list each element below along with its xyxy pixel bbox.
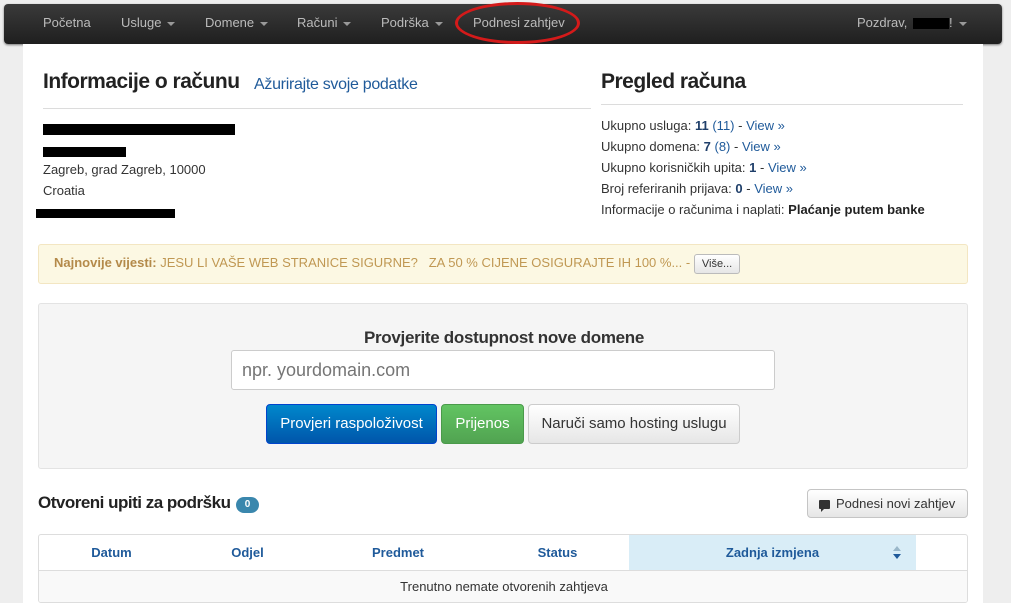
greeting-label: Pozdrav,	[857, 15, 908, 30]
top-navbar: Početna Usluge Domene Računi Podrška Pod…	[4, 4, 1002, 44]
address-line-email	[36, 205, 175, 220]
nav-billing[interactable]: Računi	[297, 4, 352, 44]
stat-value: 7	[703, 139, 711, 154]
address-line-country: Croatia	[43, 183, 85, 198]
view-tickets-link[interactable]: View »	[768, 160, 807, 175]
stat-value: 0	[735, 181, 743, 196]
nav-support-label: Podrška	[381, 15, 429, 30]
stat-value: 11	[694, 118, 709, 133]
caret-down-icon	[343, 21, 352, 26]
divider	[601, 104, 963, 105]
stat-tickets: Ukupno korisničkih upita: 1 - View »	[601, 160, 807, 175]
stat-services: Ukupno usluga: 11 (11) - View »	[601, 118, 785, 133]
news-alert: Najnovije vijesti: JESU LI VAŠE WEB STRA…	[38, 244, 968, 284]
domain-check-title: Provjerite dostupnost nove domene	[363, 328, 645, 347]
address-line-name	[43, 121, 235, 136]
stat-value: Plaćanje putem banke	[788, 202, 925, 217]
stat-separator: -	[742, 181, 755, 196]
nav-billing-label: Računi	[297, 15, 338, 30]
stat-label: Broj referiranih prijava:	[601, 181, 732, 196]
comment-icon	[819, 500, 830, 512]
nav-domains[interactable]: Domene	[205, 4, 269, 44]
table-empty-row: Trenutno nemate otvorenih zahtjeva	[39, 571, 967, 602]
account-overview-title: Pregled računa	[601, 70, 746, 93]
domain-search-input[interactable]	[231, 350, 775, 390]
address-line-city: Zagreb, grad Zagreb, 10000	[43, 162, 206, 177]
update-details-link[interactable]: Ažurirajte svoje podatke	[254, 76, 418, 94]
greeting-suffix: !	[948, 15, 953, 30]
nav-services-label: Usluge	[121, 15, 162, 30]
column-header-last-updated[interactable]: Zadnja izmjena	[629, 535, 916, 570]
redacted-text	[43, 146, 126, 157]
redacted-text	[43, 124, 235, 136]
view-referrals-link[interactable]: View »	[754, 181, 793, 196]
stat-total: (11)	[712, 118, 735, 133]
news-separator: -	[682, 255, 694, 270]
stat-referrals: Broj referiranih prijava: 0 - View »	[601, 181, 793, 196]
stat-separator: -	[756, 160, 768, 175]
nav-home[interactable]: Početna	[43, 4, 91, 44]
stat-separator: -	[730, 139, 742, 154]
redacted-username	[912, 18, 949, 30]
caret-down-icon	[167, 21, 176, 26]
nav-home-label: Početna	[43, 15, 91, 30]
caret-down-icon	[260, 21, 269, 26]
nav-domains-label: Domene	[205, 15, 255, 30]
stat-domains: Ukupno domena: 7 (8) - View »	[601, 139, 781, 154]
check-availability-button[interactable]: Provjeri raspoloživost	[266, 404, 437, 444]
nav-user-menu[interactable]: Pozdrav, !	[857, 4, 967, 44]
account-info-title: Informacije o računu	[43, 70, 240, 93]
stat-label: Ukupno korisničkih upita:	[601, 160, 746, 175]
column-header-status[interactable]: Status	[485, 535, 630, 570]
stat-label: Ukupno domena:	[601, 139, 701, 154]
nav-support[interactable]: Podrška	[381, 4, 443, 44]
order-hosting-button[interactable]: Naruči samo hosting uslugu	[528, 404, 740, 444]
tickets-table: Datum Odjel Predmet Status Zadnja izmjen…	[38, 534, 968, 603]
stat-separator: -	[734, 118, 747, 133]
redacted-text	[36, 209, 175, 219]
column-header-department[interactable]: Odjel	[184, 535, 311, 570]
stat-total: (8)	[714, 139, 731, 154]
news-headline[interactable]: JESU LI VAŠE WEB STRANICE SIGURNE? ZA 50…	[160, 255, 682, 270]
nav-submit-ticket-label: Podnesi zahtjev	[473, 15, 565, 30]
open-tickets-title: Otvoreni upiti za podršku	[38, 493, 231, 512]
stat-label: Ukupno usluga:	[601, 118, 692, 133]
new-ticket-label: Podnesi novi zahtjev	[836, 496, 956, 511]
stat-label: Informacije o računima i naplati:	[601, 202, 785, 217]
caret-down-icon	[434, 21, 443, 26]
view-services-link[interactable]: View »	[746, 118, 785, 133]
tickets-count-badge: 0	[236, 497, 259, 513]
news-more-button[interactable]: Više...	[693, 253, 741, 274]
stat-payment: Informacije o računima i naplati: Plaćan…	[601, 202, 925, 217]
divider	[43, 108, 591, 109]
transfer-button[interactable]: Prijenos	[441, 404, 524, 444]
view-domains-link[interactable]: View »	[742, 139, 781, 154]
sort-icon	[893, 546, 901, 559]
column-header-subject[interactable]: Predmet	[311, 535, 485, 570]
news-label: Najnovije vijesti:	[54, 255, 157, 270]
nav-services[interactable]: Usluge	[121, 4, 176, 44]
new-ticket-button[interactable]: Podnesi novi zahtjev	[807, 489, 968, 518]
domain-check-panel: Provjerite dostupnost nove domene Provje…	[38, 303, 968, 469]
nav-submit-ticket[interactable]: Podnesi zahtjev	[473, 4, 565, 44]
column-header-date[interactable]: Datum	[39, 535, 184, 570]
column-header-label: Zadnja izmjena	[725, 545, 820, 560]
caret-down-icon	[958, 21, 967, 26]
address-line-street	[43, 143, 126, 158]
